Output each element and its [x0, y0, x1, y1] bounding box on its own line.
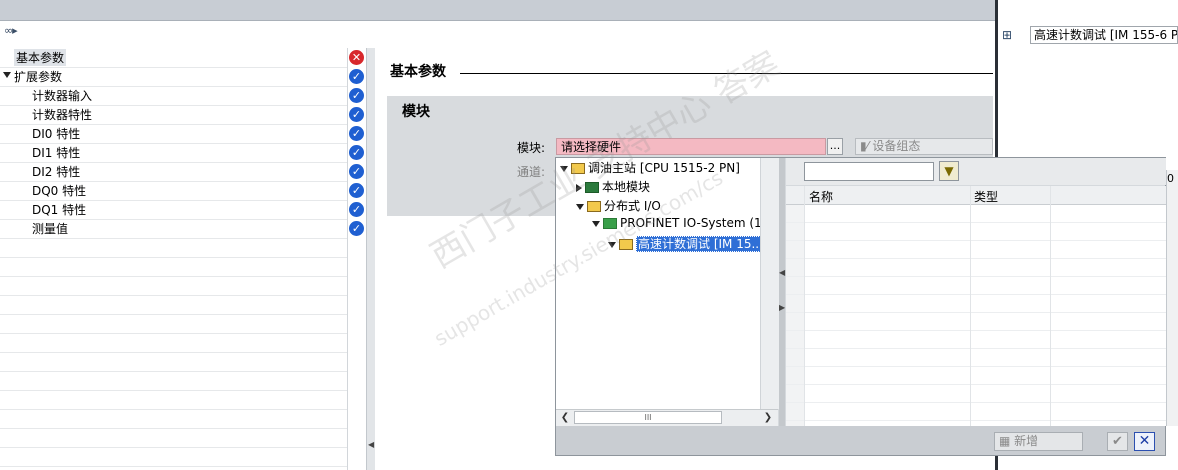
list-row: [786, 222, 1166, 223]
filter-input[interactable]: [804, 162, 934, 181]
filter-icon[interactable]: ▼: [939, 161, 959, 181]
nav-item[interactable]: 扩展参数 ✓: [0, 67, 364, 87]
nav-empty-row: [0, 276, 348, 296]
list-row: [786, 258, 1166, 259]
nav-item-label: 扩展参数: [14, 70, 63, 84]
nav-item-label: DI0 特性: [32, 127, 81, 141]
collapse-arrow-icon[interactable]: [592, 220, 600, 227]
nav-item[interactable]: 测量值 ✓: [0, 219, 364, 239]
nav-item-label: DQ0 特性: [32, 184, 87, 198]
ok-status-icon: ✓: [349, 88, 364, 103]
nav-item[interactable]: 基本参数 ✕: [0, 48, 364, 68]
list-row: [786, 420, 1166, 421]
scroll-left-icon[interactable]: ❮: [557, 410, 573, 425]
column-divider: [1050, 186, 1051, 426]
nav-item[interactable]: 计数器输入 ✓: [0, 86, 364, 106]
nav-item[interactable]: DI0 特性 ✓: [0, 124, 364, 144]
nav-item-label: 基本参数: [14, 49, 67, 66]
device-name-field[interactable]: 高速计数调试 [IM 155-6 PN: [1030, 26, 1178, 44]
list-row: [786, 384, 1166, 385]
nav-empty-row: [0, 428, 348, 448]
device-config-label: 设备组态: [872, 139, 921, 153]
list-row: [786, 402, 1166, 403]
list-row: [786, 312, 1166, 313]
ok-status-icon: ✓: [349, 69, 364, 84]
list-row: [786, 240, 1166, 241]
ok-status-icon: ✓: [349, 221, 364, 236]
nav-empty-row: [0, 295, 348, 315]
nav-empty-row: [0, 314, 348, 334]
splitter-left-arrow-icon[interactable]: ◀: [779, 268, 785, 277]
nav-item-label: DI2 特性: [32, 165, 81, 179]
module-browse-button[interactable]: ...: [827, 138, 843, 155]
folder-icon: [587, 201, 601, 212]
ok-button[interactable]: ✔: [1107, 432, 1128, 451]
nav-empty-row: [0, 371, 348, 391]
ok-status-icon: ✓: [349, 107, 364, 122]
top-toolbar: [0, 0, 995, 21]
splitter-right-arrow-icon[interactable]: ▶: [779, 303, 785, 312]
ok-status-icon: ✓: [349, 183, 364, 198]
nav-item-label: DQ1 特性: [32, 203, 87, 217]
device-config-icon: ▮⁄: [860, 139, 873, 153]
nav-item[interactable]: DQ1 特性 ✓: [0, 200, 364, 220]
list-row: [786, 276, 1166, 277]
ok-status-icon: ✓: [349, 164, 364, 179]
column-divider: [970, 186, 971, 426]
navigation-view-icon[interactable]: ∞▸: [4, 24, 24, 40]
module-group-heading: 模块: [402, 104, 430, 120]
list-row: [786, 348, 1166, 349]
nav-collapse-arrow-icon[interactable]: ◀: [368, 440, 374, 449]
ok-status-icon: ✓: [349, 145, 364, 160]
new-button-label: 新增: [1014, 434, 1039, 448]
nav-splitter[interactable]: [366, 48, 375, 470]
popup-splitter[interactable]: [779, 158, 785, 426]
list-row: [786, 294, 1166, 295]
nav-item-label: DI1 特性: [32, 146, 81, 160]
nav-item[interactable]: DI2 特性 ✓: [0, 162, 364, 182]
nav-empty-row: [0, 390, 348, 410]
device-config-button[interactable]: ▮⁄ 设备组态: [855, 138, 993, 155]
collapse-arrow-icon[interactable]: [576, 203, 584, 210]
nav-empty-row: [0, 333, 348, 353]
ok-status-icon: ✓: [349, 202, 364, 217]
scroll-thumb[interactable]: III: [574, 411, 722, 424]
module-label: 模块:: [517, 141, 546, 155]
scroll-right-icon[interactable]: ❯: [760, 410, 776, 425]
nav-item-label: 测量值: [32, 222, 69, 236]
tree-vertical-scrollbar[interactable]: [760, 158, 779, 409]
new-button[interactable]: ▦ 新增: [994, 432, 1083, 451]
nav-empty-row: [0, 238, 348, 258]
new-icon: ▦: [999, 434, 1015, 448]
nav-item[interactable]: DI1 特性 ✓: [0, 143, 364, 163]
ok-status-icon: ✓: [349, 126, 364, 141]
list-row: [786, 366, 1166, 367]
column-header-name[interactable]: 名称: [809, 188, 833, 205]
tree-node-label: 高速计数调试 [IM 15...: [636, 236, 765, 252]
device-tree-icon: ⊞: [1002, 28, 1013, 42]
nav-item-label: 计数器输入: [32, 89, 93, 103]
nav-status-divider: [347, 48, 348, 470]
column-divider: [804, 186, 805, 426]
section-title: 基本参数: [390, 64, 446, 80]
column-header-type[interactable]: 类型: [974, 188, 998, 205]
error-status-icon: ✕: [349, 50, 364, 65]
right-panel-edge-label: 0: [1167, 172, 1174, 185]
nav-item[interactable]: DQ0 特性 ✓: [0, 181, 364, 201]
nav-empty-row: [0, 352, 348, 372]
nav-empty-row: [0, 447, 348, 467]
nav-empty-row: [0, 257, 348, 277]
cancel-button[interactable]: ✕: [1134, 432, 1155, 451]
list-row: [786, 330, 1166, 331]
nav-empty-row: [0, 409, 348, 429]
right-panel-edge: [1166, 170, 1178, 426]
nav-item-label: 计数器特性: [32, 108, 93, 122]
nav-item[interactable]: 计数器特性 ✓: [0, 105, 364, 125]
expand-arrow-icon[interactable]: [3, 72, 11, 78]
